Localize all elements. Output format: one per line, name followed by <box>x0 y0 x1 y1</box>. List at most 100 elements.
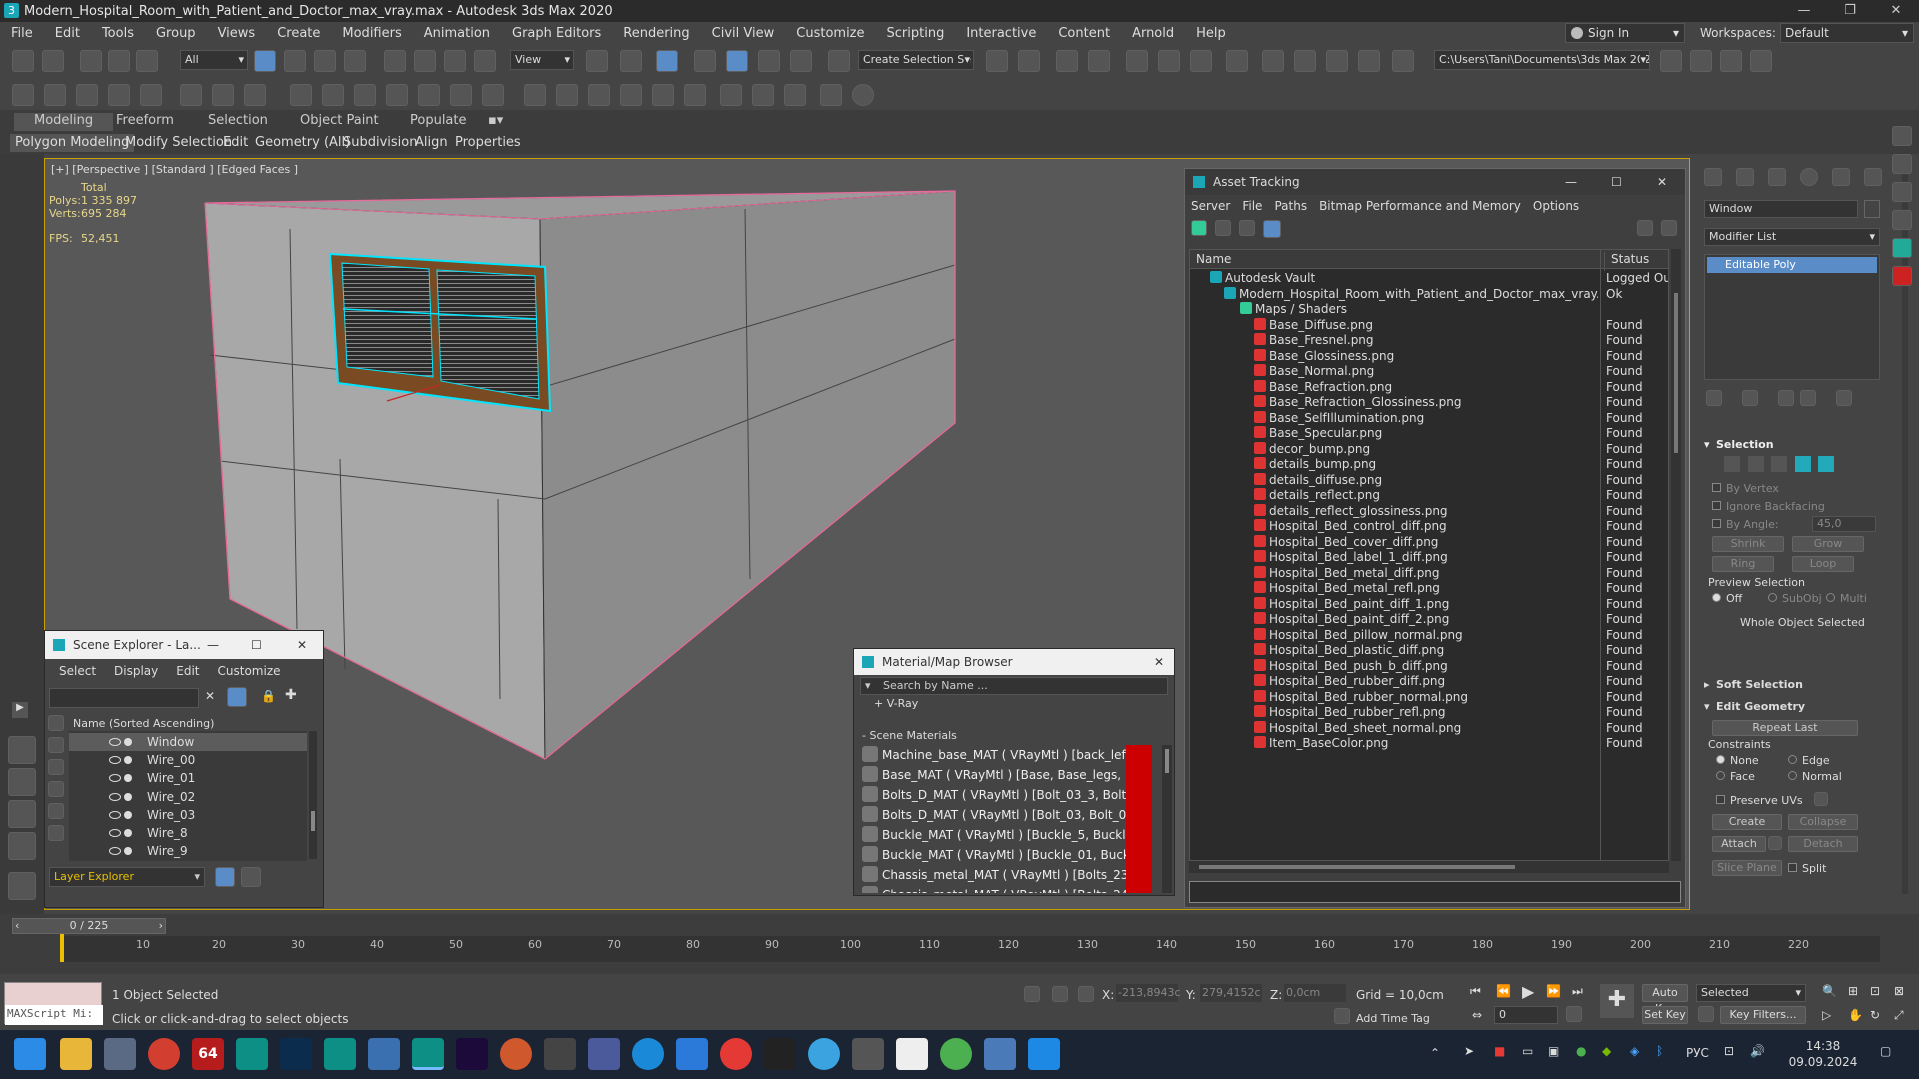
light-icon[interactable] <box>180 84 202 106</box>
vertex-icon[interactable] <box>1724 456 1740 472</box>
viewport-layout-1-icon[interactable] <box>8 736 36 764</box>
create-button[interactable]: Create <box>1712 814 1782 830</box>
telegram-icon[interactable] <box>808 1038 840 1070</box>
material-row[interactable]: Bolts_D_MAT ( VRayMtl ) [Bolt_03, Bolt_0… <box>862 805 1152 825</box>
add-time-tag[interactable]: Add Time Tag <box>1356 1012 1430 1025</box>
tray-nvidia-icon[interactable]: ◆ <box>1602 1044 1611 1058</box>
scene-list-header[interactable]: Name (Sorted Ascending) <box>73 717 214 730</box>
slice-plane-button[interactable]: Slice Plane <box>1712 860 1782 876</box>
asset-row[interactable]: Item_BaseColor.png Found <box>1190 734 1668 753</box>
scene-object-row[interactable]: Wire_00 <box>69 751 307 769</box>
vray-plane-icon[interactable] <box>588 84 610 106</box>
show-end-result-icon[interactable] <box>1742 390 1758 406</box>
display-geometry-icon[interactable] <box>48 737 64 753</box>
menu-rendering[interactable]: Rendering <box>612 26 700 41</box>
visibility-eye-icon[interactable] <box>109 738 121 746</box>
zoom-extents-icon[interactable]: ⊡ <box>1870 984 1880 998</box>
selection-lock-icon[interactable] <box>1052 986 1068 1002</box>
z-coordinate-field[interactable]: 0,0cm <box>1284 984 1346 1002</box>
layers-icon[interactable] <box>215 867 235 887</box>
bind-space-warp-icon[interactable] <box>136 50 158 72</box>
vray-sun-icon[interactable] <box>450 84 472 106</box>
maxscript-listener[interactable]: MAXScript Mi: <box>4 982 103 1025</box>
grid-layout-icon[interactable] <box>1892 238 1912 258</box>
close-button[interactable]: ✕ <box>1154 655 1164 669</box>
field-of-view-icon[interactable]: ▷ <box>1822 1008 1831 1022</box>
tray-security-icon[interactable]: ◈ <box>1630 1044 1639 1058</box>
scale-icon[interactable] <box>444 50 466 72</box>
asset-path-field[interactable] <box>1189 881 1681 903</box>
3dsmax-icon-2[interactable] <box>324 1038 356 1070</box>
vray-material-icon[interactable] <box>482 84 504 106</box>
material-row[interactable]: Buckle_MAT ( VRayMtl ) [Buckle_5, Buckle… <box>862 825 1152 845</box>
tray-bluetooth-icon[interactable]: ᛒ <box>1656 1044 1663 1058</box>
pan-icon[interactable]: ✋ <box>1848 1008 1863 1022</box>
repeat-last-button[interactable]: Repeat Last <box>1712 720 1858 736</box>
select-by-name-icon[interactable] <box>284 50 306 72</box>
torrent-icon[interactable] <box>940 1038 972 1070</box>
scene-vscrollbar[interactable] <box>309 731 317 859</box>
plane-icon[interactable] <box>76 84 98 106</box>
time-slider-prev-icon[interactable]: ‹ <box>15 919 19 933</box>
helper-icon[interactable] <box>212 84 234 106</box>
menu-modifiers[interactable]: Modifiers <box>331 26 412 41</box>
freeze-dot-icon[interactable] <box>124 756 132 765</box>
window-crossing-icon[interactable] <box>344 50 366 72</box>
file-explorer-icon[interactable] <box>60 1038 92 1070</box>
freeze-dot-icon[interactable] <box>124 847 132 856</box>
time-slider[interactable]: ‹ 0 / 225 › <box>12 918 166 934</box>
se-menu-edit[interactable]: Edit <box>176 664 199 678</box>
set-key-big-icon[interactable]: ✚ <box>1600 984 1634 1018</box>
goto-end-icon[interactable]: ⏭ <box>1572 984 1583 999</box>
attach-button[interactable]: Attach <box>1712 836 1766 852</box>
minimize-button[interactable]: — <box>207 638 219 652</box>
refresh-icon[interactable] <box>1191 220 1207 236</box>
at-menu-paths[interactable]: Paths <box>1274 199 1307 213</box>
collapse-button[interactable]: Collapse <box>1788 814 1858 830</box>
y-coordinate-field[interactable]: 279,4152c <box>1200 984 1262 1002</box>
constraint-normal-radio[interactable] <box>1788 771 1797 780</box>
3dsmax-icon-1[interactable] <box>236 1038 268 1070</box>
freeze-dot-icon[interactable] <box>124 774 132 783</box>
maximize-viewport-icon[interactable]: ⤢ <box>1894 1008 1904 1023</box>
edge-icon[interactable] <box>1747 456 1764 472</box>
viewport-layout-5-icon[interactable] <box>8 872 36 900</box>
at-menu-options[interactable]: Options <box>1533 199 1579 213</box>
lock-icon[interactable]: 🔒 <box>261 689 276 703</box>
rotate-icon[interactable] <box>414 50 436 72</box>
tray-app-red-icon[interactable]: ■ <box>1494 1044 1505 1058</box>
yandex-icon[interactable] <box>720 1038 752 1070</box>
scene-object-row[interactable]: Wire_9 <box>69 842 307 860</box>
redo-icon[interactable] <box>42 50 64 72</box>
vray-globe-icon[interactable] <box>720 84 742 106</box>
select-manipulate-icon[interactable] <box>620 50 642 72</box>
scene-object-row[interactable]: Wire_01 <box>69 769 307 787</box>
attach-settings-icon[interactable] <box>1768 836 1782 850</box>
material-row[interactable]: Chassis_metal_MAT ( VRayMtl ) [Bolts_24,… <box>862 885 1152 893</box>
keyboard-shortcut-override-icon[interactable] <box>656 50 678 72</box>
preserve-uvs-checkbox[interactable] <box>1716 795 1725 804</box>
tray-monitor-icon[interactable]: ▣ <box>1548 1044 1559 1058</box>
menu-arnold[interactable]: Arnold <box>1121 26 1185 41</box>
mirror-icon[interactable] <box>986 50 1008 72</box>
menu-group[interactable]: Group <box>145 26 207 41</box>
clock[interactable]: 14:38 09.09.2024 <box>1778 1038 1868 1070</box>
visibility-eye-icon[interactable] <box>109 810 121 819</box>
walkthrough-icon[interactable] <box>1892 210 1912 230</box>
key-filters-button[interactable]: Key Filters... <box>1720 1006 1806 1024</box>
link-icon[interactable] <box>80 50 102 72</box>
spinner-snap-icon[interactable] <box>790 50 812 72</box>
loop-button[interactable]: Loop <box>1792 556 1854 572</box>
scene-object-row[interactable]: Window <box>69 733 307 751</box>
pin-stack-icon[interactable] <box>1706 390 1722 406</box>
steering-wheel-icon[interactable] <box>1892 182 1912 202</box>
render-production-icon[interactable] <box>1326 50 1348 72</box>
image-viewer-icon[interactable] <box>984 1038 1016 1070</box>
vray-frame-buffer-icon[interactable] <box>752 84 774 106</box>
ribbon-options-icon[interactable]: ▪▾ <box>488 113 503 131</box>
ring-button[interactable]: Ring <box>1712 556 1774 572</box>
by-angle-spinner[interactable]: 45,0 <box>1812 516 1876 532</box>
current-frame-field[interactable]: 0 <box>1494 1006 1558 1024</box>
render-icon[interactable] <box>1892 266 1912 286</box>
layer-explorer-dropdown[interactable]: Layer Explorer ▾ <box>49 867 205 887</box>
